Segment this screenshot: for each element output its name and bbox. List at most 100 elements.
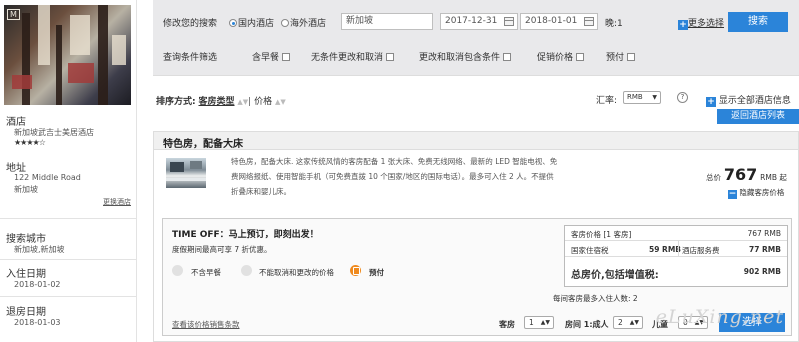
- total-value: 902 RMB: [743, 267, 781, 276]
- chevron-down-icon: ▼: [652, 94, 657, 101]
- offer-title: TIME OFF：马上预订，即刻出发！: [172, 230, 319, 240]
- filter-cancel-conditions[interactable]: 更改和取消包含条件: [419, 50, 512, 63]
- room-price-block: 总价 767 RMB 起: [706, 165, 787, 184]
- sort-arrows-icon[interactable]: ▲▼: [237, 98, 248, 106]
- table-row: 客房价格 [1 客房] 767 RMB: [565, 226, 787, 241]
- checkbox-icon[interactable]: [627, 53, 636, 61]
- table-row: 总房价,包括增值税: 902 RMB: [565, 257, 787, 287]
- room-description-line: 费网络报纸、使用智能手机（可免费直拨 10 个国家/地区的国际电话）。最多可入住…: [231, 172, 554, 181]
- sidebar-divider: [0, 259, 137, 260]
- checkout-date-input[interactable]: 2018-01-01: [520, 13, 598, 30]
- minus-icon: −: [728, 189, 737, 199]
- room-price-value: 767 RMB: [747, 229, 781, 238]
- more-options-label: 更多选择: [688, 19, 725, 29]
- room-title: 特色房，配备大床: [163, 139, 243, 150]
- filter-promo[interactable]: 促销价格: [537, 50, 585, 63]
- offer-subtitle: 度假期间最高可享 7 折优惠。: [172, 245, 272, 254]
- calendar-icon[interactable]: [584, 17, 594, 26]
- filter-prepay[interactable]: 预付: [606, 50, 636, 63]
- hotel-photo: M: [4, 5, 131, 105]
- filter-free-cancel-label: 无条件更改和取消: [311, 53, 384, 63]
- search-panel: 修改您的搜索 国内酒店 海外酒店 新加坡 2017-12-31 2018-01-…: [153, 0, 799, 76]
- sort-by-room-type[interactable]: 客房类型: [198, 97, 234, 107]
- destination-input[interactable]: 新加坡: [341, 13, 433, 30]
- currency-value: RMB: [627, 93, 643, 101]
- total-label: 总房价,包括增值税:: [571, 270, 659, 281]
- show-all-info-label: 显示全部酒店信息: [718, 96, 791, 106]
- room-adults-label: 房间 1:成人: [565, 320, 609, 329]
- checkbox-icon[interactable]: [386, 53, 395, 61]
- return-to-list-button[interactable]: 返回酒店列表: [717, 109, 799, 124]
- help-icon[interactable]: ?: [677, 92, 688, 103]
- modify-search-label: 修改您的搜索: [163, 19, 218, 29]
- more-options-link[interactable]: +更多选择: [678, 16, 724, 30]
- room-photo[interactable]: [166, 158, 206, 188]
- room-price-label: 客房价格 [1 客房]: [571, 230, 632, 239]
- sort-arrows-icon[interactable]: ▲▼: [275, 98, 286, 106]
- checkin-date-value: 2017-12-31: [445, 16, 498, 26]
- checkbox-icon[interactable]: [576, 53, 585, 61]
- sidebar-divider: [0, 218, 137, 219]
- watermark: eLuXing.net: [655, 306, 784, 328]
- nights-count: 晚:1: [605, 19, 623, 29]
- hide-room-prices-link[interactable]: − 隐藏客房价格: [728, 187, 784, 199]
- adults-value: 2: [618, 318, 623, 327]
- city-label: 搜索城市: [6, 234, 46, 245]
- checkbox-icon[interactable]: [503, 53, 512, 61]
- brand-logo-icon: M: [7, 9, 20, 20]
- cell-divider: [678, 241, 679, 256]
- chevron-down-icon: ▲▼: [629, 319, 639, 326]
- hotel-star-rating: ★★★★☆: [14, 138, 46, 147]
- filter-breakfast[interactable]: 含早餐: [252, 50, 291, 63]
- checkout-label: 退房日期: [6, 307, 46, 318]
- tax-label: 国家住宿税: [571, 246, 609, 255]
- show-all-info-link[interactable]: + 显示全部酒店信息: [706, 93, 791, 107]
- change-hotel-link[interactable]: 更换酒店: [103, 197, 131, 207]
- service-fee-value: 77 RMB: [748, 245, 781, 254]
- calendar-icon[interactable]: [504, 17, 514, 26]
- plus-icon: +: [678, 20, 688, 30]
- radio-checked-icon[interactable]: [229, 19, 237, 27]
- room-header: 特色房，配备大床: [154, 132, 798, 150]
- condition-prepay: 预付: [369, 268, 384, 277]
- room-price: 767: [723, 165, 758, 184]
- hotel-label: 酒店: [6, 117, 26, 128]
- checkin-value: 2018-01-02: [14, 280, 61, 289]
- filter-prepay-label: 预付: [606, 53, 625, 63]
- city-value: 新加坡,新加坡: [14, 245, 65, 254]
- max-guests-text: 每间客房最多入住人数: 2: [553, 294, 638, 303]
- address-line-2: 新加坡: [14, 185, 38, 194]
- checkin-date-input[interactable]: 2017-12-31: [440, 13, 518, 30]
- address-line-1: 122 Middle Road: [14, 173, 81, 182]
- radio-domestic-label: 国内酒店: [238, 19, 275, 29]
- currency-select[interactable]: RMB ▼: [623, 91, 661, 104]
- rooms-label: 客房: [499, 320, 515, 329]
- tax-value: 59 RMB: [649, 245, 682, 254]
- plus-icon: +: [706, 97, 716, 107]
- rooms-select[interactable]: 1 ▲▼: [524, 316, 554, 329]
- filter-breakfast-label: 含早餐: [252, 53, 280, 63]
- address-label: 地址: [6, 163, 26, 174]
- filter-cancel-conditions-label: 更改和取消包含条件: [419, 53, 501, 63]
- radio-domestic[interactable]: 国内酒店: [229, 16, 274, 29]
- radio-overseas[interactable]: 海外酒店: [281, 16, 326, 29]
- hotel-sidebar: M 酒店 新加坡武吉士美居酒店 ★★★★☆ 地址 122 Middle Road…: [0, 0, 137, 342]
- adults-select[interactable]: 2 ▲▼: [613, 316, 643, 329]
- sort-label: 排序方式:: [156, 97, 196, 107]
- radio-unchecked-icon[interactable]: [281, 19, 289, 27]
- sort-bar: 排序方式: 客房类型 ▲▼| 价格 ▲▼: [156, 97, 286, 107]
- price-unit: RMB 起: [760, 173, 787, 182]
- rooms-value: 1: [529, 318, 534, 327]
- checkbox-icon[interactable]: [282, 53, 291, 61]
- price-breakdown-table: 客房价格 [1 客房] 767 RMB 国家住宿税 59 RMB 酒店服务费 7…: [564, 225, 788, 287]
- currency-label: 汇率:: [596, 96, 618, 106]
- terms-link[interactable]: 查看该价格销售条款: [172, 319, 240, 330]
- checkout-value: 2018-01-03: [14, 318, 61, 327]
- room-description-line: 折叠床和婴儿床。: [231, 187, 291, 196]
- search-button[interactable]: 搜索: [728, 12, 788, 32]
- filter-free-cancel[interactable]: 无条件更改和取消: [311, 50, 395, 63]
- filter-promo-label: 促销价格: [537, 53, 574, 63]
- checkin-label: 入住日期: [6, 269, 46, 280]
- sort-by-price[interactable]: 价格: [254, 97, 272, 107]
- condition-no-cancel: 不能取消和更改的价格: [259, 268, 334, 277]
